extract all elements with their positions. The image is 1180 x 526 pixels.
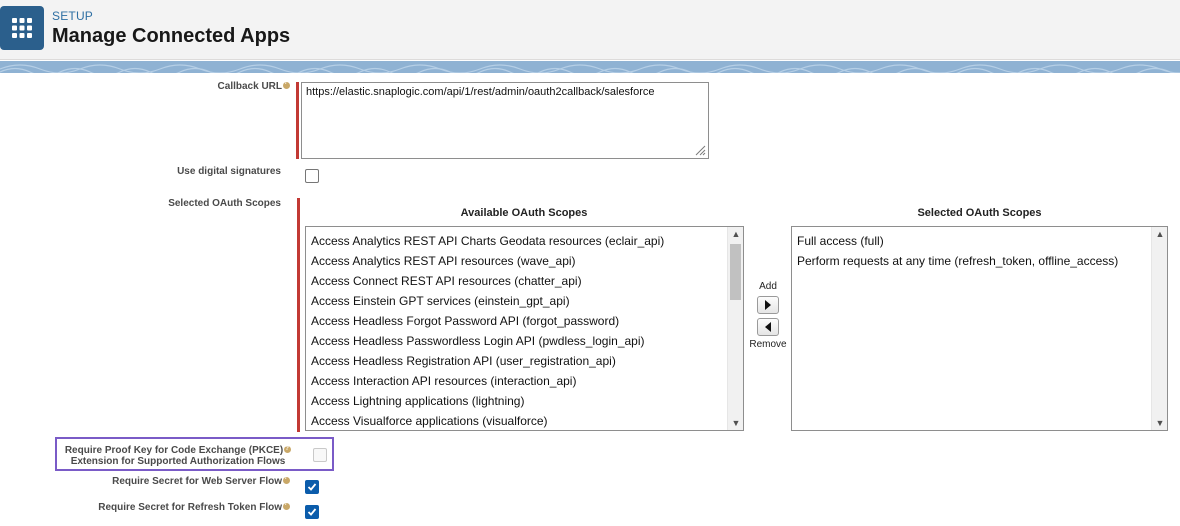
resize-grip-icon[interactable] [694,144,706,156]
list-item[interactable]: Access Lightning applications (lightning… [311,391,664,411]
digital-signatures-checkbox[interactable] [305,169,319,183]
setup-breadcrumb[interactable]: SETUP [52,9,93,23]
list-item[interactable]: Access Analytics REST API resources (wav… [311,251,664,271]
help-icon[interactable] [283,80,290,89]
help-icon[interactable] [283,475,290,484]
help-icon[interactable] [283,501,290,510]
available-scopes-scrollbar[interactable]: ▲ ▼ [727,227,743,430]
checkmark-icon [307,483,317,491]
add-label: Add [759,281,777,292]
callback-url-label: Callback URL [140,80,290,92]
required-indicator [296,82,299,159]
list-item[interactable]: Access Headless Passwordless Login API (… [311,331,664,351]
list-item[interactable]: Access Headless Registration API (user_r… [311,351,664,371]
scroll-down-icon[interactable]: ▼ [728,416,743,430]
secret-web-server-label: Require Secret for Web Server Flow [60,475,290,487]
selected-scopes-header: Selected OAuth Scopes [917,207,1042,219]
secret-refresh-checkbox[interactable] [305,505,319,519]
scroll-thumb[interactable] [730,244,741,300]
secret-refresh-label: Require Secret for Refresh Token Flow [50,501,290,513]
pkce-checkbox[interactable] [313,448,327,462]
page-header: SETUP Manage Connected Apps [0,0,1180,60]
app-launcher-grid-icon[interactable] [0,6,44,50]
required-indicator [297,198,300,432]
available-scopes-items: Access Analytics REST API Charts Geodata… [311,231,664,430]
list-item[interactable]: Access Interaction API resources (intera… [311,371,664,391]
scroll-up-icon[interactable]: ▲ [1152,227,1167,241]
scroll-up-icon[interactable]: ▲ [728,227,743,241]
list-item[interactable]: Perform requests at any time (refresh_to… [797,251,1118,271]
remove-scope-button[interactable] [757,318,779,336]
list-item[interactable]: Access Einstein GPT services (einstein_g… [311,291,664,311]
header-decorative-band [0,61,1180,73]
available-scopes-header: Available OAuth Scopes [460,207,588,219]
arrow-right-icon [765,300,771,310]
list-item[interactable]: Full access (full) [797,231,1118,251]
oauth-scopes-label: Selected OAuth Scopes [168,198,281,209]
selected-scopes-items: Full access (full) Perform requests at an… [797,231,1118,271]
checkmark-icon [307,508,317,516]
list-item[interactable]: Access Headless Forgot Password API (for… [311,311,664,331]
page-title: Manage Connected Apps [52,25,291,47]
list-item[interactable]: Access Analytics REST API Charts Geodata… [311,231,664,251]
arrow-left-icon [765,322,771,332]
pkce-label: Require Proof Key for Code Exchange (PKC… [58,444,298,467]
list-item[interactable]: Access Connect REST API resources (chatt… [311,271,664,291]
selected-scopes-scrollbar[interactable]: ▲ ▼ [1151,227,1167,430]
scroll-down-icon[interactable]: ▼ [1152,416,1167,430]
digital-signatures-label: Use digital signatures [177,166,281,177]
help-icon[interactable] [284,444,292,455]
secret-web-server-checkbox[interactable] [305,480,319,494]
add-scope-button[interactable] [757,296,779,314]
callback-url-value: https://elastic.snaplogic.com/api/1/rest… [306,86,655,98]
selected-scopes-list[interactable]: Full access (full) Perform requests at an… [791,226,1168,431]
available-scopes-list[interactable]: Access Analytics REST API Charts Geodata… [305,226,744,431]
callback-url-textarea[interactable]: https://elastic.snaplogic.com/api/1/rest… [301,82,709,159]
remove-label: Remove [749,339,787,350]
list-item[interactable]: Access Visualforce applications (visualf… [311,411,664,430]
